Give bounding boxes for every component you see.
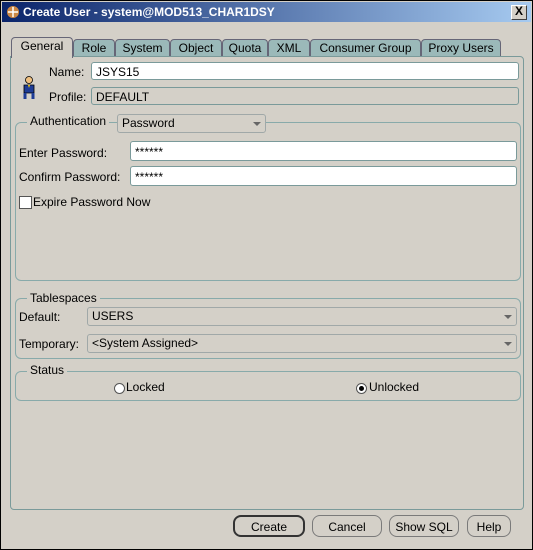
cancel-button[interactable]: Cancel [312, 515, 382, 537]
name-label: Name: [49, 65, 85, 79]
default-tablespace-label: Default: [19, 310, 61, 324]
expire-password-checkbox[interactable] [19, 196, 32, 209]
status-legend: Status [27, 363, 68, 377]
confirm-password-input[interactable]: ****** [130, 166, 517, 186]
create-button[interactable]: Create [233, 515, 305, 537]
authentication-legend: Authentication [27, 114, 110, 128]
tab-object[interactable]: Object [170, 39, 222, 57]
user-icon [23, 76, 35, 99]
tab-proxy-users[interactable]: Proxy Users [421, 39, 501, 57]
unlocked-radio[interactable] [356, 383, 367, 394]
tab-general[interactable]: General [11, 37, 73, 58]
tab-quota[interactable]: Quota [222, 39, 268, 57]
tab-role[interactable]: Role [73, 39, 115, 57]
default-tablespace-combo[interactable]: USERS [87, 307, 517, 326]
status-group [15, 371, 521, 401]
expire-password-label: Expire Password Now [33, 195, 151, 209]
window-title: Create User - system@MOD513_CHAR1DSY [23, 5, 275, 19]
tab-xml[interactable]: XML [268, 39, 310, 57]
confirm-password-label: Confirm Password: [19, 170, 121, 184]
locked-radio[interactable] [114, 383, 125, 394]
create-user-window: Create User - system@MOD513_CHAR1DSY X G… [0, 0, 533, 550]
app-icon [7, 6, 19, 18]
profile-label: Profile: [49, 90, 87, 104]
authentication-type-combo[interactable]: Password [117, 114, 266, 133]
title-bar[interactable]: Create User - system@MOD513_CHAR1DSY X [2, 2, 531, 22]
enter-password-input[interactable]: ****** [130, 141, 517, 161]
tablespaces-legend: Tablespaces [27, 291, 100, 305]
help-button[interactable]: Help [467, 515, 511, 537]
temporary-tablespace-combo[interactable]: <System Assigned> [87, 334, 517, 353]
close-button[interactable]: X [511, 5, 527, 20]
show-sql-button[interactable]: Show SQL [389, 515, 459, 537]
authentication-type-value: Password [122, 116, 175, 130]
enter-password-label: Enter Password: [19, 146, 108, 160]
chevron-down-icon [504, 342, 512, 346]
temporary-tablespace-label: Temporary: [19, 337, 80, 351]
temporary-tablespace-value: <System Assigned> [92, 336, 199, 350]
chevron-down-icon [504, 315, 512, 319]
unlocked-label: Unlocked [369, 380, 420, 394]
general-panel: Name: JSYS15 Profile: DEFAULT Authentica… [10, 56, 524, 510]
default-tablespace-value: USERS [92, 309, 134, 323]
name-input[interactable]: JSYS15 [91, 62, 519, 80]
tab-system[interactable]: System [115, 39, 170, 57]
locked-label: Locked [126, 380, 165, 394]
profile-combo[interactable]: DEFAULT [91, 87, 519, 105]
tab-consumer-group[interactable]: Consumer Group [310, 39, 421, 57]
chevron-down-icon [253, 122, 261, 126]
